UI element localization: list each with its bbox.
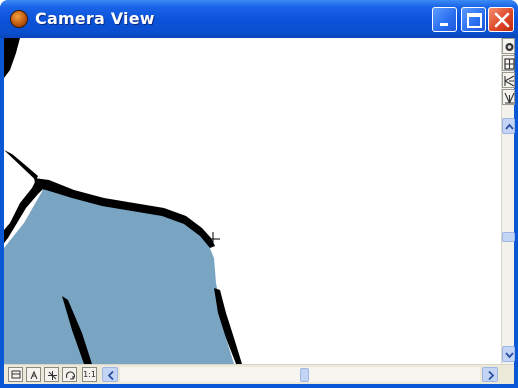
onion-skin-forward-button[interactable] bbox=[502, 89, 515, 105]
camera-tool-button[interactable] bbox=[502, 38, 515, 54]
horizontal-scroll-thumb[interactable] bbox=[300, 368, 309, 382]
zoom-tool-button[interactable] bbox=[26, 367, 41, 382]
chevron-right-icon bbox=[488, 370, 495, 381]
drawing-artwork bbox=[4, 38, 242, 364]
scroll-down-button[interactable] bbox=[502, 346, 515, 362]
reset-view-icon bbox=[11, 370, 21, 379]
camera-app-icon bbox=[10, 10, 28, 28]
rotate-tool-button[interactable] bbox=[62, 367, 77, 382]
scroll-up-button[interactable] bbox=[502, 118, 515, 134]
close-button[interactable] bbox=[488, 7, 514, 32]
actual-size-button[interactable]: 1:1 bbox=[82, 367, 97, 382]
camera-canvas[interactable] bbox=[4, 38, 501, 364]
reset-view-button[interactable] bbox=[8, 367, 23, 382]
title-bar[interactable]: Camera View bbox=[0, 0, 518, 38]
client-area: 1:1 bbox=[4, 38, 515, 384]
right-toolbar-and-vertical-scrollbar bbox=[501, 38, 515, 364]
pan-icon bbox=[48, 371, 57, 380]
maximize-button[interactable] bbox=[461, 7, 486, 32]
camera-view-window: Camera View 1:1 bbox=[0, 0, 518, 388]
chevron-up-icon bbox=[505, 123, 514, 130]
onion-skin-back-icon bbox=[504, 75, 515, 87]
rotate-icon bbox=[65, 371, 75, 380]
onion-skin-back-button[interactable] bbox=[502, 72, 515, 88]
bottom-toolbar-and-horizontal-scrollbar: 1:1 bbox=[4, 364, 514, 384]
scroll-left-button[interactable] bbox=[102, 367, 118, 382]
close-icon bbox=[494, 12, 510, 28]
vertical-scroll-thumb[interactable] bbox=[502, 232, 515, 242]
pan-tool-button[interactable] bbox=[44, 367, 59, 382]
film-icon bbox=[504, 58, 515, 70]
film-tool-button[interactable] bbox=[502, 55, 515, 71]
minimize-button[interactable] bbox=[432, 7, 457, 32]
minimize-icon bbox=[440, 23, 448, 26]
maximize-icon bbox=[467, 13, 482, 28]
chevron-left-icon bbox=[107, 370, 114, 381]
chevron-down-icon bbox=[505, 352, 514, 359]
camera-icon bbox=[505, 43, 514, 51]
onion-skin-forward-icon bbox=[504, 92, 515, 104]
zoom-icon bbox=[30, 370, 38, 380]
window-title: Camera View bbox=[35, 9, 155, 28]
scroll-right-button[interactable] bbox=[482, 367, 498, 382]
